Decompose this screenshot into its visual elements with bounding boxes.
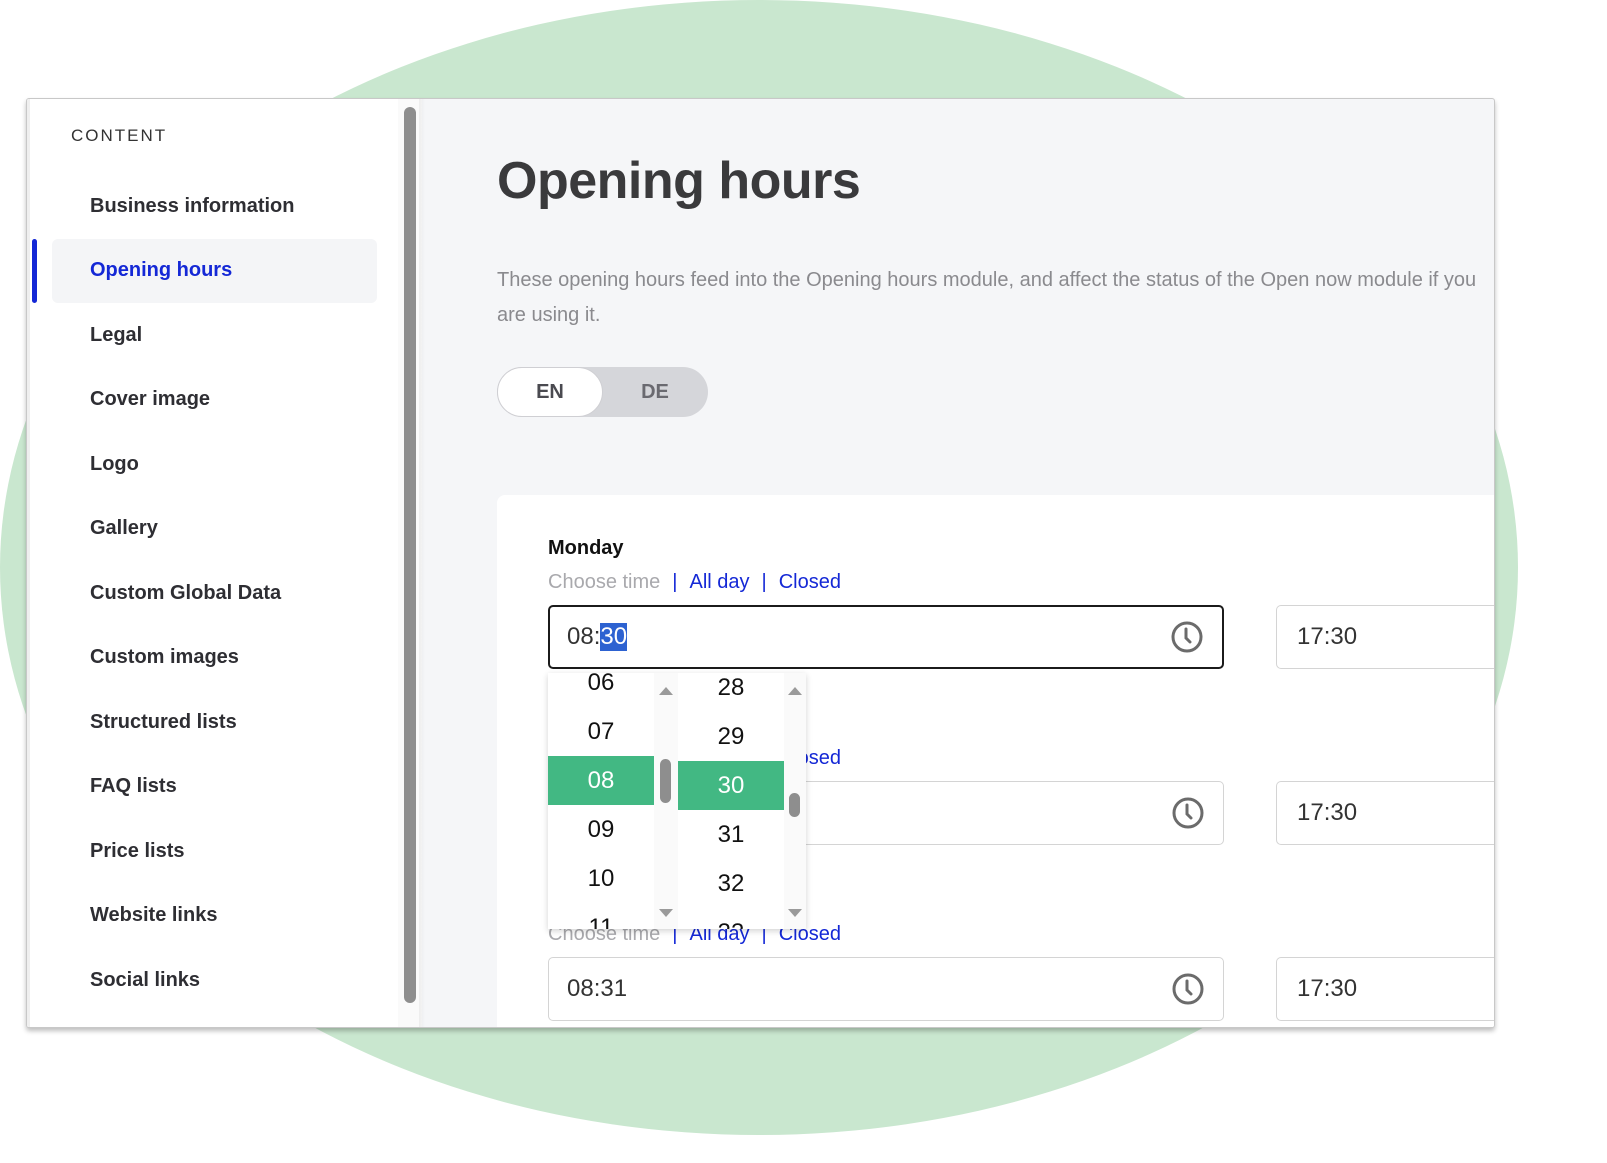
scroll-up-arrow-icon[interactable] [788, 687, 802, 695]
sidebar-item-legal[interactable]: Legal [30, 303, 422, 368]
sidebar-item-website-links[interactable]: Website links [30, 884, 422, 949]
sidebar-item-faq-lists[interactable]: FAQ lists [30, 755, 422, 820]
hour-scrollbar-thumb[interactable] [660, 759, 671, 803]
clock-icon[interactable] [1170, 620, 1204, 654]
sidebar-item-label: FAQ lists [90, 775, 177, 798]
sidebar-item-label: Website links [90, 904, 218, 927]
time-picker-dropdown: 06 07 08 09 10 11 28 29 30 31 32 33 [548, 673, 806, 929]
sidebar-item-custom-images[interactable]: Custom images [30, 626, 422, 691]
sidebar-item-logo[interactable]: Logo [30, 432, 422, 497]
sidebar-item-label: Structured lists [90, 710, 237, 733]
language-en-button[interactable]: EN [497, 367, 603, 417]
sidebar-item-label: Price lists [90, 839, 185, 862]
sidebar-item-cover-image[interactable]: Cover image [30, 368, 422, 433]
minute-scrollbar-thumb[interactable] [789, 793, 800, 817]
minute-option[interactable]: 29 [678, 712, 784, 761]
hour-option[interactable]: 11 [548, 903, 654, 930]
start-time-minute-selected: 30 [600, 623, 628, 651]
hour-option[interactable]: 07 [548, 707, 654, 756]
minute-scrollbar[interactable] [784, 673, 806, 929]
hour-scrollbar[interactable] [654, 673, 678, 929]
mode-separator: | [672, 571, 678, 593]
sidebar-item-label: Custom Global Data [90, 581, 282, 604]
sidebar-item-price-lists[interactable]: Price lists [30, 819, 422, 884]
mode-choose-time[interactable]: Choose time [548, 571, 660, 594]
sidebar: CONTENT Business information Opening hou… [27, 99, 422, 1027]
sidebar-item-label: Social links [90, 968, 201, 991]
minute-option[interactable]: 33 [678, 908, 784, 930]
language-de-button[interactable]: DE [602, 367, 708, 417]
sidebar-item-custom-global-data[interactable]: Custom Global Data [30, 561, 422, 626]
clock-icon[interactable] [1171, 972, 1205, 1006]
start-time-input[interactable]: 08:31 [548, 957, 1224, 1021]
day-mode-options: Choose time | All day | Closed [548, 571, 841, 594]
sidebar-nav: Business information Opening hours Legal… [30, 174, 422, 1013]
start-time-value: 08:31 [567, 975, 628, 1002]
mode-all-day-link[interactable]: All day [689, 571, 749, 594]
minute-option[interactable]: 28 [678, 673, 784, 712]
hour-option-selected[interactable]: 08 [548, 756, 654, 805]
start-time-input[interactable]: 08: 30 [548, 605, 1224, 669]
app-window: CONTENT Business information Opening hou… [26, 98, 1495, 1028]
hour-option[interactable]: 06 [548, 673, 654, 707]
hour-option[interactable]: 10 [548, 854, 654, 903]
end-time-input[interactable]: 17:30 [1276, 781, 1494, 845]
mode-closed-link[interactable]: Closed [779, 571, 841, 594]
end-time-input[interactable]: 17:30 [1276, 957, 1494, 1021]
start-time-hour: 08: [567, 623, 601, 650]
minute-column[interactable]: 28 29 30 31 32 33 [678, 673, 784, 929]
scroll-down-arrow-icon[interactable] [788, 909, 802, 917]
sidebar-item-label: Logo [90, 452, 139, 475]
language-toggle: DE EN [497, 367, 708, 417]
mode-separator: | [761, 571, 767, 593]
scroll-up-arrow-icon[interactable] [659, 687, 673, 695]
sidebar-item-label: Gallery [90, 517, 158, 540]
sidebar-item-social-links[interactable]: Social links [30, 948, 422, 1013]
sidebar-item-structured-lists[interactable]: Structured lists [30, 690, 422, 755]
sidebar-item-label: Opening hours [90, 259, 233, 282]
sidebar-item-label: Custom images [90, 646, 239, 669]
page-title: Opening hours [497, 152, 861, 210]
minute-option[interactable]: 32 [678, 859, 784, 908]
day-label-monday: Monday [548, 537, 624, 559]
sidebar-item-gallery[interactable]: Gallery [30, 497, 422, 562]
minute-option[interactable]: 31 [678, 810, 784, 859]
sidebar-heading: CONTENT [71, 126, 168, 145]
sidebar-item-label: Legal [90, 323, 143, 346]
hour-option[interactable]: 09 [548, 805, 654, 854]
clock-icon[interactable] [1171, 796, 1205, 830]
sidebar-item-business-information[interactable]: Business information [30, 174, 422, 239]
sidebar-item-label: Cover image [90, 388, 211, 411]
sidebar-scrollbar-thumb[interactable] [404, 107, 416, 1003]
scroll-down-arrow-icon[interactable] [659, 909, 673, 917]
main-content: Opening hours These opening hours feed i… [419, 99, 1494, 1027]
hour-column[interactable]: 06 07 08 09 10 11 [548, 673, 654, 929]
page-description: These opening hours feed into the Openin… [497, 269, 1477, 326]
sidebar-item-opening-hours[interactable]: Opening hours [30, 238, 422, 304]
minute-option-selected[interactable]: 30 [678, 761, 784, 810]
sidebar-item-label: Business information [90, 194, 295, 217]
end-time-input[interactable]: 17:30 [1276, 605, 1494, 669]
